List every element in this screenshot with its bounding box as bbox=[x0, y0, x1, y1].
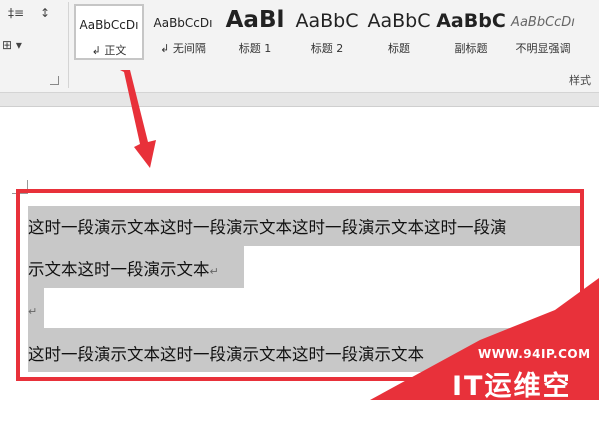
style-sample: AaBbCcDı bbox=[79, 18, 139, 32]
annotation-arrow-icon bbox=[120, 70, 156, 168]
style-sample: AaBbCcDı bbox=[153, 16, 213, 30]
styles-group-label: 样式 bbox=[569, 74, 591, 87]
line-spacing-icon[interactable]: ‡≡ bbox=[8, 6, 24, 20]
style-normal[interactable]: AaBbCcDı ↲ 正文 bbox=[74, 4, 144, 60]
style-label: ↲ 正文 bbox=[91, 44, 127, 57]
ribbon: ‡≡ ↕ ⊞ ▾ AaBbCcDı ↲ 正文 AaBbCcDı ↲ 无间隔 Aa… bbox=[0, 0, 599, 93]
style-heading-1[interactable]: AaBl 标题 1 bbox=[220, 4, 290, 60]
divider bbox=[68, 2, 69, 88]
style-label: 标题 bbox=[388, 42, 410, 55]
style-sample: AaBbC bbox=[436, 10, 506, 32]
style-label: 不明显强调 bbox=[515, 42, 571, 55]
style-subtle-emphasis[interactable]: AaBbCcDı 不明显强调 bbox=[508, 4, 578, 60]
style-label: ↲ 无间隔 bbox=[160, 42, 206, 55]
borders-icon[interactable]: ⊞ ▾ bbox=[2, 38, 22, 52]
style-label: 标题 1 bbox=[238, 42, 272, 55]
paragraph-tools: ‡≡ ↕ ⊞ ▾ bbox=[0, 0, 68, 92]
style-sample: AaBbCcDı bbox=[511, 15, 575, 30]
style-label: 标题 2 bbox=[310, 42, 344, 55]
watermark-url: WWW.94IP.COM bbox=[478, 347, 591, 361]
style-sample: AaBbC bbox=[295, 10, 359, 32]
style-sample: AaBbC bbox=[367, 10, 431, 32]
paragraph-dialog-launcher-icon[interactable] bbox=[50, 76, 59, 85]
ribbon-document-gap bbox=[0, 93, 599, 107]
style-sample: AaBl bbox=[225, 7, 285, 33]
style-subtitle[interactable]: AaBbC 副标题 bbox=[436, 4, 506, 60]
watermark-brand: IT运维空间 bbox=[452, 371, 572, 441]
style-label: 副标题 bbox=[454, 42, 488, 55]
style-heading-2[interactable]: AaBbC 标题 2 bbox=[292, 4, 362, 60]
style-title[interactable]: AaBbC 标题 bbox=[364, 4, 434, 60]
sort-icon[interactable]: ↕ bbox=[40, 6, 50, 20]
style-no-spacing[interactable]: AaBbCcDı ↲ 无间隔 bbox=[148, 4, 218, 60]
